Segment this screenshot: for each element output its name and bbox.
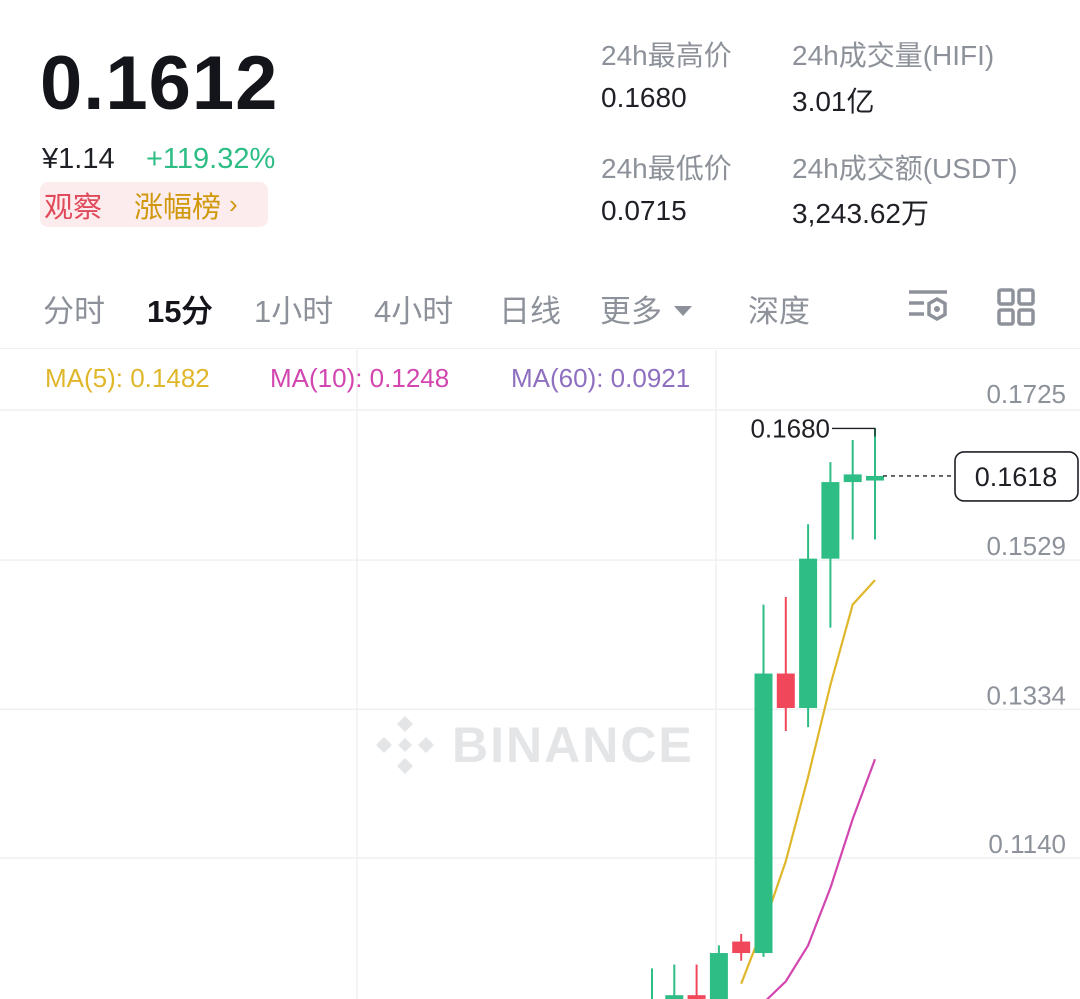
candle-body	[821, 482, 840, 559]
tab-1h[interactable]: 1小时	[254, 286, 333, 331]
ma10-legend: MA(10): 0.1248	[270, 363, 450, 393]
stat-turnover-label: 24h成交额(USDT)	[792, 153, 1018, 184]
tab-more-label: 更多	[600, 294, 662, 329]
high-marker-label: 0.1680	[750, 413, 830, 443]
tag-bar: 观察 涨幅榜 ›	[40, 182, 268, 227]
gainers-rank-label: 涨幅榜	[134, 191, 222, 224]
ma60-legend: MA(60): 0.0921	[511, 363, 691, 393]
candle-body	[776, 673, 795, 708]
stat-high-label: 24h最高价	[601, 40, 732, 71]
candle-body	[709, 953, 728, 999]
candlestick-chart[interactable]: 0.1725 0.1529 0.1334 0.1140 0.1680 0.1618	[0, 350, 1080, 999]
candle-body	[754, 673, 773, 954]
last-price: 0.1612	[40, 41, 279, 126]
y-tick-label: 0.1529	[986, 531, 1066, 561]
stat-turnover-value: 3,243.62万	[792, 198, 929, 229]
gainers-rank-tag[interactable]: 涨幅榜 ›	[134, 184, 238, 226]
y-tick-label: 0.1725	[986, 379, 1066, 409]
tab-4h[interactable]: 4小时	[374, 286, 453, 331]
indicator-settings-icon[interactable]	[906, 286, 950, 326]
tab-1d[interactable]: 日线	[499, 286, 561, 331]
tab-depth[interactable]: 深度	[748, 286, 810, 331]
stat-volume-label: 24h成交量(HIFI)	[792, 40, 995, 71]
chevron-right-icon: ›	[229, 189, 238, 219]
grid-layout-icon[interactable]	[996, 287, 1036, 327]
stat-high-value: 0.1680	[601, 82, 687, 113]
candle-body	[866, 475, 884, 481]
stat-low-label: 24h最低价	[601, 153, 732, 184]
y-tick-label: 0.1140	[988, 829, 1066, 859]
tab-time-sharing[interactable]: 分时	[43, 286, 105, 331]
caret-down-icon	[674, 305, 692, 316]
tab-more[interactable]: 更多	[600, 286, 692, 331]
high-marker-line	[832, 427, 876, 437]
price-change-percent: +119.32%	[146, 143, 276, 175]
candle-body	[799, 558, 818, 708]
current-price-label: 0.1618	[975, 462, 1058, 492]
stat-low-value: 0.0715	[601, 195, 687, 226]
candle-body	[843, 474, 862, 483]
tab-15m[interactable]: 15分	[147, 286, 212, 331]
watermark-text: BINANCE	[452, 717, 694, 773]
candle-body	[665, 995, 684, 999]
watermark: BINANCE	[372, 712, 694, 778]
candle-body	[687, 995, 706, 999]
candle-body	[732, 941, 751, 954]
ma5-legend: MA(5): 0.1482	[45, 363, 210, 393]
binance-logo-icon	[376, 716, 434, 774]
stat-volume-value: 3.01亿	[792, 86, 875, 117]
tabs-divider	[0, 348, 1080, 349]
fiat-price: ¥1.14	[42, 143, 115, 175]
watch-tag[interactable]: 观察	[44, 184, 102, 226]
y-tick-label: 0.1334	[986, 680, 1066, 710]
